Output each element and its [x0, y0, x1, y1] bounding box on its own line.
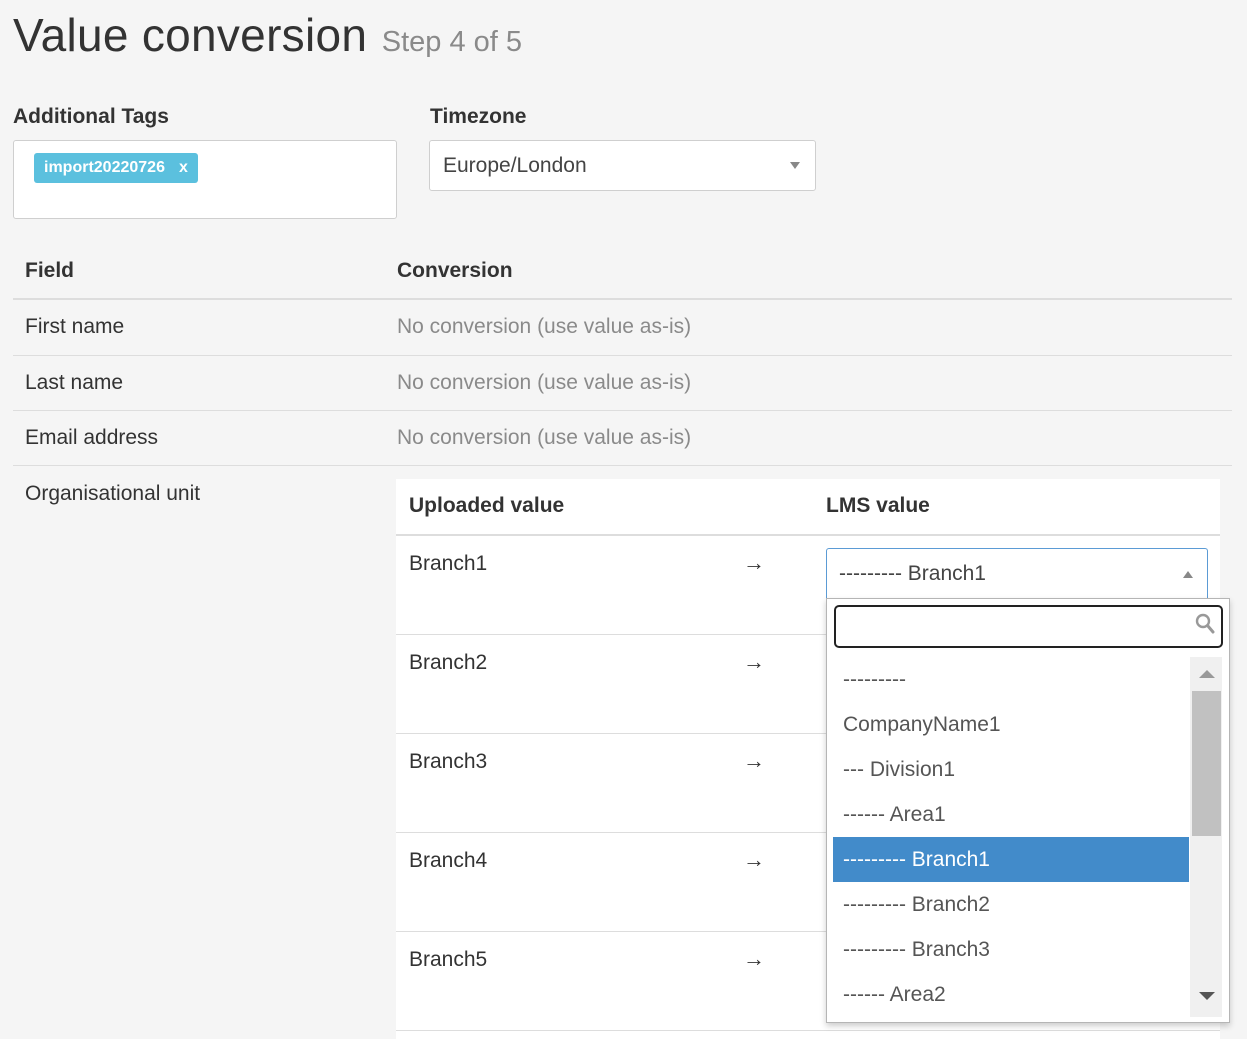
- conversion-text: No conversion (use value as-is): [397, 315, 692, 338]
- dropdown-option[interactable]: ------ Area1: [833, 792, 1189, 837]
- search-icon: [1195, 613, 1215, 634]
- uploaded-value: Branch4: [409, 849, 488, 872]
- dropdown-option[interactable]: ------ Area2: [833, 972, 1189, 1017]
- dropdown-scrollbar[interactable]: [1190, 657, 1222, 1017]
- lms-selected-value: --------- Branch1: [839, 562, 986, 585]
- arrow-icon: →: [743, 847, 765, 872]
- page-title-text: Value conversion: [13, 9, 368, 61]
- scroll-down-icon[interactable]: [1199, 992, 1215, 1000]
- uploaded-value: Branch1: [409, 552, 488, 575]
- lms-value-select[interactable]: --------- Branch1: [826, 548, 1208, 599]
- timezone-value: Europe/London: [443, 153, 587, 177]
- chevron-up-icon: [1183, 571, 1193, 578]
- dropdown-option[interactable]: --------- Branch3: [833, 927, 1189, 972]
- uploaded-value: Branch3: [409, 750, 488, 773]
- mapping-header: Uploaded value LMS value: [396, 479, 1220, 536]
- arrow-icon: →: [743, 748, 765, 773]
- conversion-text: No conversion (use value as-is): [397, 371, 692, 394]
- conversion-text: No conversion (use value as-is): [397, 426, 692, 449]
- header-uploaded-value: Uploaded value: [409, 494, 565, 517]
- uploaded-value: Branch5: [409, 948, 488, 971]
- timezone-label: Timezone: [430, 105, 527, 128]
- scroll-up-icon[interactable]: [1199, 670, 1215, 678]
- step-indicator: Step 4 of 5: [381, 26, 523, 58]
- field-name: Last name: [25, 371, 124, 394]
- dropdown-option[interactable]: --- Division1: [833, 747, 1189, 792]
- dropdown-option[interactable]: ---------: [833, 657, 1189, 702]
- tag-chip-label: import20220726: [44, 159, 165, 176]
- dropdown-option[interactable]: --------- Branch2: [833, 882, 1189, 927]
- field-name: First name: [25, 315, 125, 338]
- field-name: Email address: [25, 426, 159, 449]
- table-header: Field Conversion: [13, 245, 1232, 300]
- lms-dropdown: --------- CompanyName1 --- Division1 ------…: [826, 598, 1230, 1023]
- table-row: Last name No conversion (use value as-is…: [13, 356, 1232, 411]
- dropdown-options: --------- CompanyName1 --- Division1 ------…: [833, 657, 1189, 1019]
- tag-remove-icon[interactable]: x: [179, 159, 188, 177]
- arrow-icon: →: [743, 649, 765, 674]
- tags-input[interactable]: import20220726 x: [13, 140, 397, 219]
- table-row: First name No conversion (use value as-i…: [13, 300, 1232, 356]
- dropdown-option[interactable]: --------- Branch1: [833, 837, 1189, 882]
- scrollbar-thumb[interactable]: [1192, 691, 1221, 836]
- field-name: Organisational unit: [25, 482, 201, 505]
- arrow-icon: →: [743, 946, 765, 971]
- page-title: Value conversion Step 4 of 5: [13, 8, 522, 62]
- dropdown-search-input[interactable]: [834, 605, 1223, 648]
- additional-tags-label: Additional Tags: [13, 105, 169, 128]
- timezone-select[interactable]: Europe/London: [429, 140, 816, 191]
- tag-chip: import20220726 x: [34, 153, 198, 183]
- arrow-icon: →: [743, 550, 765, 575]
- uploaded-value: Branch2: [409, 651, 488, 674]
- dropdown-option[interactable]: CompanyName1: [833, 702, 1189, 747]
- header-field: Field: [25, 259, 75, 282]
- chevron-down-icon: [790, 162, 800, 169]
- table-row: Email address No conversion (use value a…: [13, 411, 1232, 466]
- header-conversion: Conversion: [397, 259, 513, 282]
- header-lms-value: LMS value: [826, 494, 930, 517]
